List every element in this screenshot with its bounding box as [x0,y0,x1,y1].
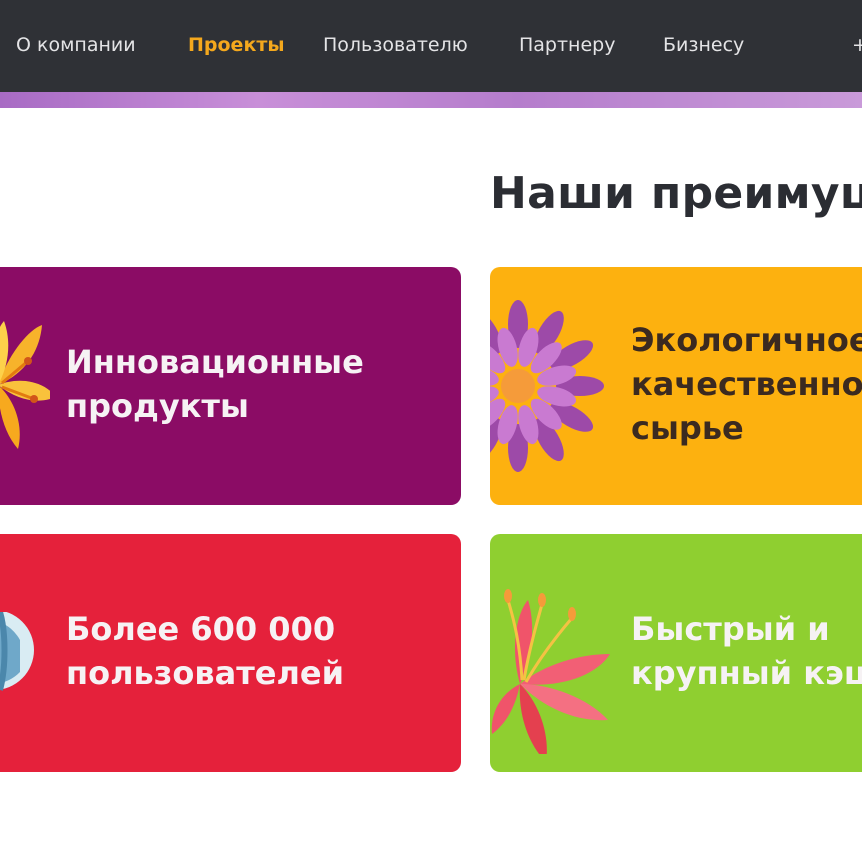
section-title: Наши преимущ [490,168,862,219]
nav-item-projects[interactable]: Проекты [188,33,285,57]
card-title: Быстрый и крупный кэш [631,610,862,692]
advantage-card-eco-raw-materials: Экологичное качественно сырье [490,267,862,505]
page: О компании Проекты Пользователю Партнеру… [0,0,862,862]
advantage-card-innovative-products: Инновационные продукты [0,267,461,505]
nav-item-user[interactable]: Пользователю [323,33,468,57]
card-title: Более 600 000 пользователей [66,610,344,692]
nav-accent-strip [0,92,862,108]
nav-item-partner[interactable]: Партнеру [519,33,615,57]
card-title: Экологичное качественно сырье [631,321,862,447]
red-lily-icon [491,589,610,754]
lily-flower-icon [0,321,50,449]
top-navigation: О компании Проекты Пользователю Партнеру… [0,0,862,92]
globe-icon [0,612,34,691]
aster-flower-icon [490,300,604,472]
advantage-card-cashback: Быстрый и крупный кэш [490,534,862,772]
card-title: Инновационные продукты [66,343,364,425]
nav-item-business[interactable]: Бизнесу [663,33,744,57]
advantage-card-users: Более 600 000 пользователей [0,534,461,772]
nav-item-more[interactable]: + [852,33,862,57]
nav-item-about[interactable]: О компании [16,33,136,57]
